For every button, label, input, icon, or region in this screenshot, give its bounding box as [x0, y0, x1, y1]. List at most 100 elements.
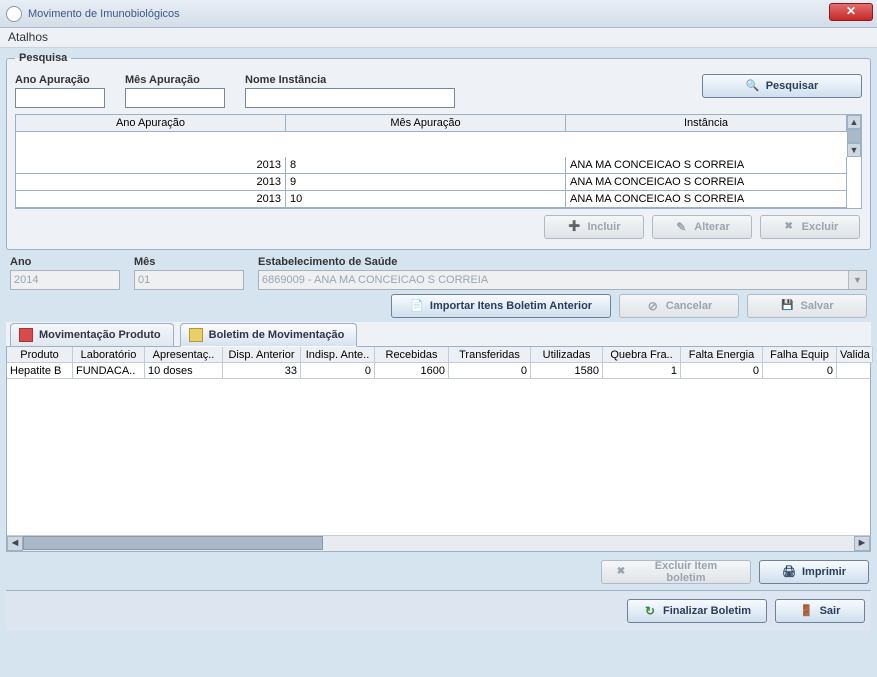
importar-label: Importar Itens Boletim Anterior [430, 300, 592, 312]
cell-utilizadas: 1580 [531, 363, 603, 379]
input-ano-apuracao[interactable] [15, 88, 105, 108]
editor-buttons: Importar Itens Boletim Anterior Cancelar… [6, 294, 871, 318]
hscrollbar[interactable]: ◄ ► [7, 535, 870, 551]
col-recebidas[interactable]: Recebidas [375, 347, 449, 363]
label-estab: Estabelecimento de Saúde [258, 256, 867, 268]
cell-valida [837, 363, 870, 379]
salvar-button: Salvar [747, 294, 867, 318]
cell-recebidas: 1600 [375, 363, 449, 379]
plus-icon [567, 220, 581, 234]
col-produto[interactable]: Produto [7, 347, 73, 363]
imprimir-label: Imprimir [802, 566, 846, 578]
tab-movimentacao-produto[interactable]: Movimentação Produto [10, 323, 174, 346]
input-nome-instancia[interactable] [245, 88, 455, 108]
exit-icon [800, 604, 814, 618]
cell-inst: ANA MA CONCEICAO S CORREIA [566, 191, 847, 208]
item-buttons: Excluir Item boletim Imprimir [6, 552, 871, 591]
cancelar-label: Cancelar [666, 300, 712, 312]
col-laboratorio[interactable]: Laboratório [73, 347, 145, 363]
scroll-up-icon[interactable]: ▲ [847, 115, 861, 129]
col-falta-energia[interactable]: Falta Energia [681, 347, 763, 363]
refresh-icon [643, 604, 657, 618]
edit-icon [674, 220, 688, 234]
search-icon [746, 79, 760, 93]
col-utilizadas[interactable]: Utilizadas [531, 347, 603, 363]
finalizar-boletim-button[interactable]: Finalizar Boletim [627, 599, 767, 623]
search-row: Ano Apuração Mês Apuração Nome Instância… [15, 74, 862, 108]
vscrollbar[interactable]: ▲ ▼ [847, 115, 861, 157]
close-button[interactable]: ✕ [829, 3, 873, 21]
label-ano-apuracao: Ano Apuração [15, 74, 105, 86]
cell-mes: 8 [286, 157, 566, 174]
col-quebra[interactable]: Quebra Fra.. [603, 347, 681, 363]
mes-field [134, 270, 244, 290]
window-title: Movimento de Imunobiológicos [28, 8, 180, 20]
cell-produto: Hepatite B [7, 363, 73, 379]
cell-falha: 0 [763, 363, 837, 379]
pesquisar-button[interactable]: Pesquisar [702, 74, 862, 98]
salvar-label: Salvar [800, 300, 833, 312]
tabbar: Movimentação Produto Boletim de Moviment… [6, 322, 871, 347]
col-mes[interactable]: Mês Apuração [286, 115, 566, 132]
table-row[interactable]: Hepatite B FUNDACA.. 10 doses 33 0 1600 … [7, 363, 870, 379]
cell-mes: 10 [286, 191, 566, 208]
incluir-label: Incluir [587, 221, 620, 233]
alterar-label: Alterar [694, 221, 729, 233]
col-indisp-anterior[interactable]: Indisp. Ante.. [301, 347, 375, 363]
cell-lab: FUNDACA.. [73, 363, 145, 379]
ano-field [10, 270, 120, 290]
tab-boletim-movimentacao[interactable]: Boletim de Movimentação [180, 323, 358, 347]
col-falha-equip[interactable]: Falha Equip [763, 347, 837, 363]
importar-button[interactable]: Importar Itens Boletim Anterior [391, 294, 611, 318]
input-mes-apuracao[interactable] [125, 88, 225, 108]
delete-icon [782, 220, 796, 234]
field-nome-instancia: Nome Instância [245, 74, 455, 108]
import-icon [410, 299, 424, 313]
data-table: Produto Laboratório Apresentaç.. Disp. A… [6, 347, 871, 552]
scroll-right-icon[interactable]: ► [854, 536, 870, 551]
estab-combo [258, 270, 867, 290]
cancelar-button: Cancelar [619, 294, 739, 318]
chevron-down-icon: ▼ [848, 271, 866, 289]
menu-atalhos[interactable]: Atalhos [8, 30, 48, 44]
cell-inst: ANA MA CONCEICAO S CORREIA [566, 157, 847, 174]
pesquisar-label: Pesquisar [766, 80, 819, 92]
print-icon [782, 565, 796, 579]
sair-button[interactable]: Sair [775, 599, 865, 623]
cancel-icon [646, 299, 660, 313]
col-valida[interactable]: Valida [837, 347, 873, 363]
scroll-thumb[interactable] [847, 129, 861, 143]
cell-ano: 2013 [16, 191, 286, 208]
editor-row: Ano Mês Estabelecimento de Saúde ▼ [6, 256, 871, 290]
results-table: Ano Apuração Mês Apuração Instância ▲ ▼ … [15, 114, 862, 209]
cell-apres: 10 doses [145, 363, 223, 379]
hscroll-thumb[interactable] [23, 536, 323, 550]
finalizar-label: Finalizar Boletim [663, 605, 751, 617]
tab-mov-icon [19, 328, 33, 342]
tab-bol-icon [189, 328, 203, 342]
content: Pesquisa Ano Apuração Mês Apuração Nome … [0, 48, 877, 635]
pesquisa-legend: Pesquisa [15, 52, 71, 64]
label-mes: Mês [134, 256, 244, 268]
col-disp-anterior[interactable]: Disp. Anterior [223, 347, 301, 363]
label-nome-instancia: Nome Instância [245, 74, 455, 86]
cell-indisp-ant: 0 [301, 363, 375, 379]
col-apresentacao[interactable]: Apresentaç.. [145, 347, 223, 363]
result-row[interactable]: 2013 8 ANA MA CONCEICAO S CORREIA [16, 157, 861, 174]
label-ano: Ano [10, 256, 120, 268]
label-mes-apuracao: Mês Apuração [125, 74, 225, 86]
pesquisa-panel: Pesquisa Ano Apuração Mês Apuração Nome … [6, 52, 871, 250]
sair-label: Sair [820, 605, 841, 617]
scroll-left-icon[interactable]: ◄ [7, 536, 23, 551]
col-inst[interactable]: Instância [566, 115, 847, 132]
scroll-down-icon[interactable]: ▼ [847, 143, 861, 157]
excluir-item-button: Excluir Item boletim [601, 560, 751, 584]
result-row[interactable]: 2013 10 ANA MA CONCEICAO S CORREIA [16, 191, 861, 208]
result-row[interactable]: 2013 9 ANA MA CONCEICAO S CORREIA [16, 174, 861, 191]
tab-bol-label: Boletim de Movimentação [209, 329, 345, 341]
col-ano[interactable]: Ano Apuração [16, 115, 286, 132]
cell-mes: 9 [286, 174, 566, 191]
delete-icon [614, 565, 628, 579]
imprimir-button[interactable]: Imprimir [759, 560, 869, 584]
col-transferidas[interactable]: Transferidas [449, 347, 531, 363]
